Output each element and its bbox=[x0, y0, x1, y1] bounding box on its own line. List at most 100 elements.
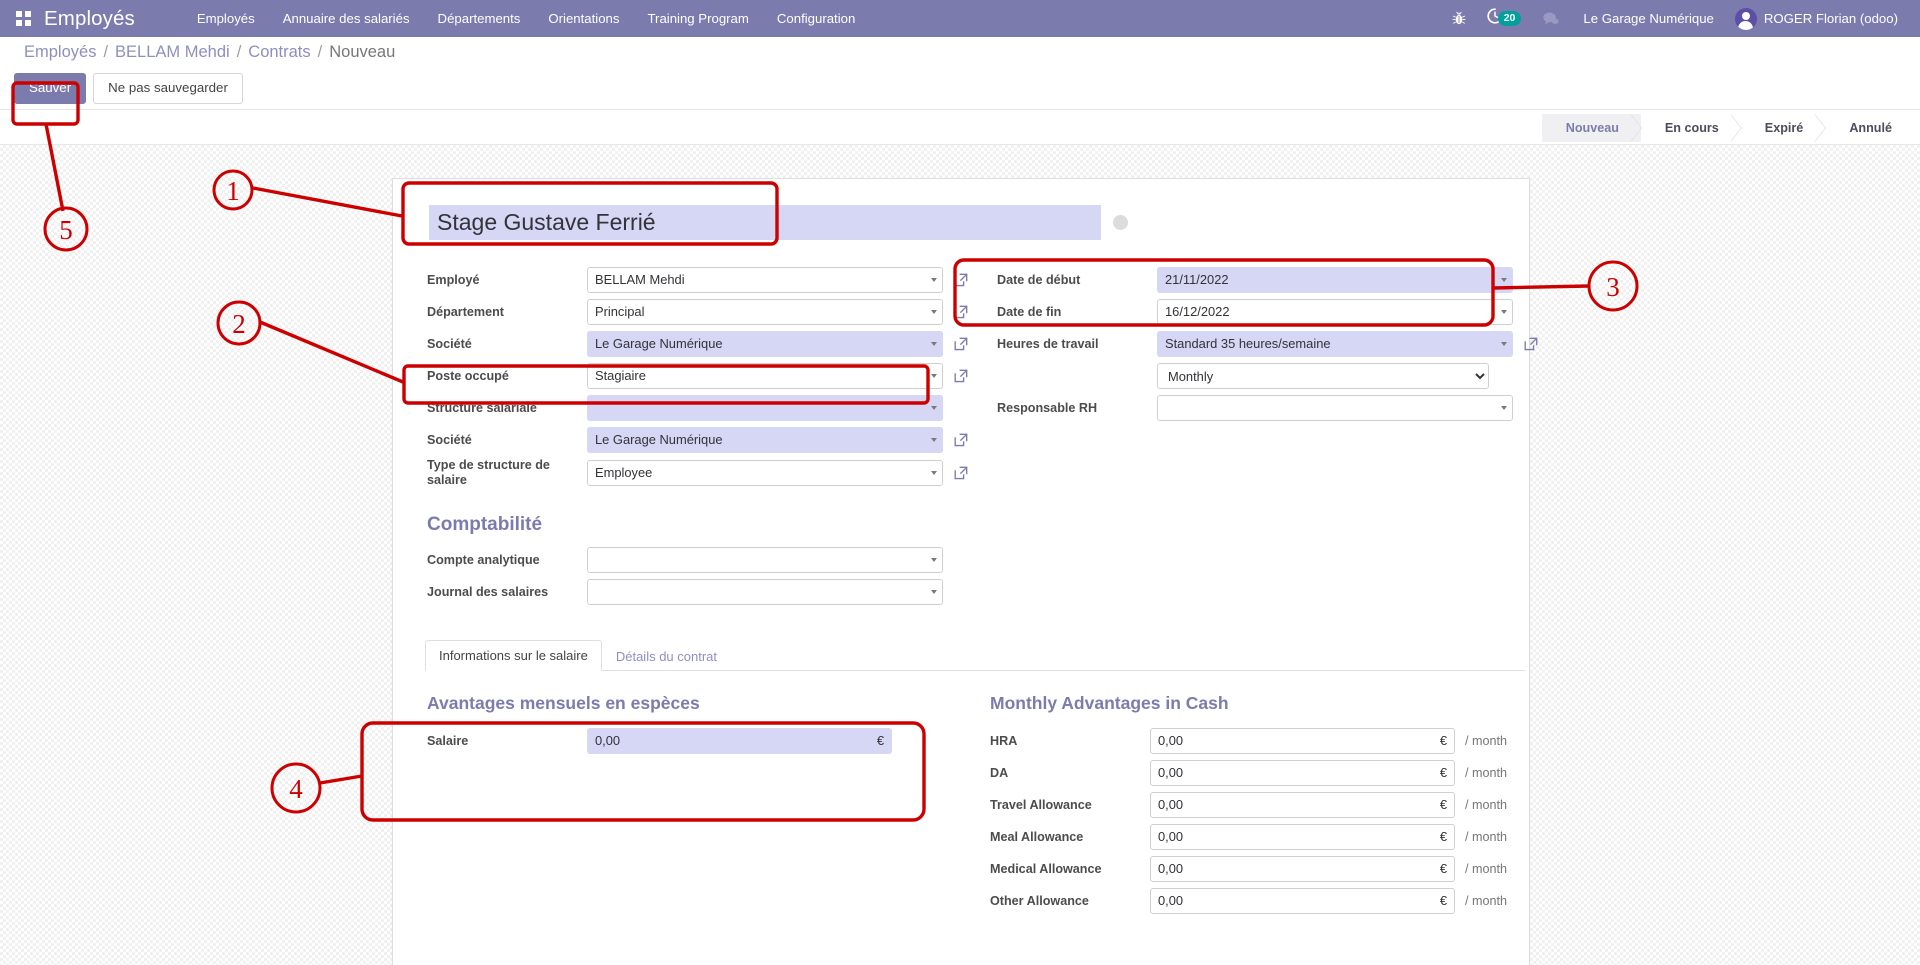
travel-allowance-amount: 0,00 bbox=[1158, 793, 1440, 817]
status-steps: Nouveau En cours Expiré Annulé bbox=[1542, 114, 1914, 142]
field-value-responsable-rh[interactable] bbox=[1157, 395, 1513, 421]
field-row-salaire: Salaire 0,00 € bbox=[427, 728, 952, 754]
field-value-poste-occupe[interactable]: Stagiaire bbox=[587, 363, 943, 389]
field-value-type-structure-salaire[interactable]: Employee bbox=[587, 460, 943, 486]
apps-grid-icon[interactable] bbox=[6, 11, 40, 26]
field-row-employe: Employé BELLAM Mehdi bbox=[427, 266, 959, 294]
tab-informations-sur-le-salaire[interactable]: Informations sur le salaire bbox=[425, 640, 602, 671]
discard-button[interactable]: Ne pas sauvegarder bbox=[93, 73, 243, 104]
breadcrumb-separator: / bbox=[237, 43, 242, 62]
chevron-down-icon bbox=[931, 342, 937, 346]
menu-item-configuration[interactable]: Configuration bbox=[763, 0, 869, 37]
contract-title-row bbox=[429, 205, 1507, 240]
field-row-travel-allowance: Travel Allowance 0,00 € / month bbox=[990, 792, 1507, 818]
field-label-structure-salariale: Structure salariale bbox=[427, 401, 587, 416]
field-value-date-debut[interactable]: 21/11/2022 bbox=[1157, 267, 1513, 293]
accounting-field-group: Compte analytique Journal des salaires bbox=[411, 546, 959, 606]
currency-symbol: € bbox=[1440, 761, 1447, 785]
field-row-wage-type: Monthly Hourly bbox=[997, 362, 1489, 390]
per-month-suffix: / month bbox=[1465, 894, 1507, 908]
chevron-down-icon bbox=[931, 310, 937, 314]
field-value-meal-allowance[interactable]: 0,00 € bbox=[1150, 824, 1455, 850]
field-value-employe[interactable]: BELLAM Mehdi bbox=[587, 267, 943, 293]
status-step-nouveau[interactable]: Nouveau bbox=[1542, 114, 1641, 142]
field-value-societe-1[interactable]: Le Garage Numérique bbox=[587, 331, 943, 357]
field-value-salaire[interactable]: 0,00 € bbox=[587, 728, 892, 754]
chevron-down-icon bbox=[931, 438, 937, 442]
monthly-advantages-group: Monthly Advantages in Cash HRA 0,00 € / … bbox=[952, 693, 1507, 920]
field-row-compte-analytique: Compte analytique bbox=[427, 546, 959, 574]
breadcrumb-item-bellam-mehdi[interactable]: BELLAM Mehdi bbox=[115, 43, 230, 62]
field-label-journal-des-salaires: Journal des salaires bbox=[427, 585, 587, 600]
currency-symbol: € bbox=[1440, 793, 1447, 817]
field-value-heures-de-travail[interactable]: Standard 35 heures/semaine bbox=[1157, 331, 1513, 357]
accounting-section-heading: Comptabilité bbox=[427, 514, 1507, 536]
activity-menu[interactable]: 20 bbox=[1477, 0, 1532, 37]
company-switcher[interactable]: Le Garage Numérique bbox=[1570, 0, 1726, 37]
field-row-heures-de-travail: Heures de travail Standard 35 heures/sem… bbox=[997, 330, 1489, 358]
field-label-meal-allowance: Meal Allowance bbox=[990, 830, 1150, 844]
field-value-hra[interactable]: 0,00 € bbox=[1150, 728, 1455, 754]
breadcrumb-item-contrats[interactable]: Contrats bbox=[248, 43, 310, 62]
per-month-suffix: / month bbox=[1465, 798, 1507, 812]
per-month-suffix: / month bbox=[1465, 734, 1507, 748]
field-label-da: DA bbox=[990, 766, 1150, 780]
main-menu: Employés Annuaire des salariés Départeme… bbox=[183, 0, 870, 37]
field-value-structure-salariale[interactable] bbox=[587, 395, 943, 421]
external-link-icon-heures-de-travail[interactable] bbox=[1524, 337, 1538, 351]
chevron-down-icon bbox=[931, 471, 937, 475]
field-value-societe-2[interactable]: Le Garage Numérique bbox=[587, 427, 943, 453]
field-value-date-fin[interactable]: 16/12/2022 bbox=[1157, 299, 1513, 325]
field-label-responsable-rh: Responsable RH bbox=[997, 401, 1157, 416]
contract-statusbar: Nouveau En cours Expiré Annulé bbox=[0, 111, 1920, 145]
monthly-advantages-heading: Monthly Advantages in Cash bbox=[990, 693, 1507, 714]
status-step-en-cours[interactable]: En cours bbox=[1641, 114, 1741, 142]
menu-item-employes[interactable]: Employés bbox=[183, 0, 269, 37]
field-label-heures-de-travail: Heures de travail bbox=[997, 337, 1157, 352]
status-step-annule[interactable]: Annulé bbox=[1825, 114, 1914, 142]
field-value-other-allowance[interactable]: 0,00 € bbox=[1150, 888, 1455, 914]
meal-allowance-amount: 0,00 bbox=[1158, 825, 1440, 849]
menu-item-annuaire[interactable]: Annuaire des salariés bbox=[269, 0, 424, 37]
chat-bubble-icon[interactable] bbox=[1531, 0, 1570, 37]
per-month-suffix: / month bbox=[1465, 766, 1507, 780]
tab-details-du-contrat[interactable]: Détails du contrat bbox=[602, 641, 731, 671]
field-value-medical-allowance[interactable]: 0,00 € bbox=[1150, 856, 1455, 882]
app-brand-title[interactable]: Employés bbox=[44, 7, 135, 31]
chevron-down-icon bbox=[931, 406, 937, 410]
field-value-journal-des-salaires[interactable] bbox=[587, 579, 943, 605]
field-value-departement[interactable]: Principal bbox=[587, 299, 943, 325]
field-value-travel-allowance[interactable]: 0,00 € bbox=[1150, 792, 1455, 818]
menu-item-departements[interactable]: Départements bbox=[424, 0, 535, 37]
field-label-hra: HRA bbox=[990, 734, 1150, 748]
breadcrumb-item-employes[interactable]: Employés bbox=[24, 43, 96, 62]
currency-symbol: € bbox=[1440, 857, 1447, 881]
contract-reference-input[interactable] bbox=[429, 205, 1101, 240]
bug-icon[interactable] bbox=[1441, 0, 1477, 37]
save-button[interactable]: Sauver bbox=[14, 73, 86, 104]
user-avatar bbox=[1735, 8, 1757, 30]
status-step-expire[interactable]: Expiré bbox=[1741, 114, 1826, 142]
field-label-societe-1: Société bbox=[427, 337, 587, 352]
field-row-responsable-rh: Responsable RH bbox=[997, 394, 1489, 422]
field-label-travel-allowance: Travel Allowance bbox=[990, 798, 1150, 812]
chevron-down-icon bbox=[931, 374, 937, 378]
field-row-societe-1: Société Le Garage Numérique bbox=[427, 330, 959, 358]
field-row-societe-2: Société Le Garage Numérique bbox=[427, 426, 959, 454]
control-panel: Sauver Ne pas sauvegarder bbox=[0, 68, 1920, 110]
salaire-amount: 0,00 bbox=[595, 729, 877, 753]
menu-item-training-program[interactable]: Training Program bbox=[633, 0, 762, 37]
wage-type-select[interactable]: Monthly Hourly bbox=[1157, 363, 1489, 389]
activity-count-badge: 20 bbox=[1498, 11, 1522, 27]
right-field-group: Date de début 21/11/2022 Date de fin 16/… bbox=[959, 266, 1489, 492]
field-value-compte-analytique[interactable] bbox=[587, 547, 943, 573]
record-status-dot bbox=[1113, 215, 1128, 230]
field-row-structure-salariale: Structure salariale bbox=[427, 394, 959, 422]
field-value-da[interactable]: 0,00 € bbox=[1150, 760, 1455, 786]
field-row-type-structure-salaire: Type de structure de salaire Employee bbox=[427, 458, 959, 488]
contract-form-sheet: Employé BELLAM Mehdi bbox=[392, 178, 1530, 965]
user-menu-label: ROGER Florian (odoo) bbox=[1764, 11, 1898, 26]
user-menu[interactable]: ROGER Florian (odoo) bbox=[1727, 0, 1908, 37]
menu-item-orientations[interactable]: Orientations bbox=[534, 0, 633, 37]
field-label-poste-occupe: Poste occupé bbox=[427, 369, 587, 384]
